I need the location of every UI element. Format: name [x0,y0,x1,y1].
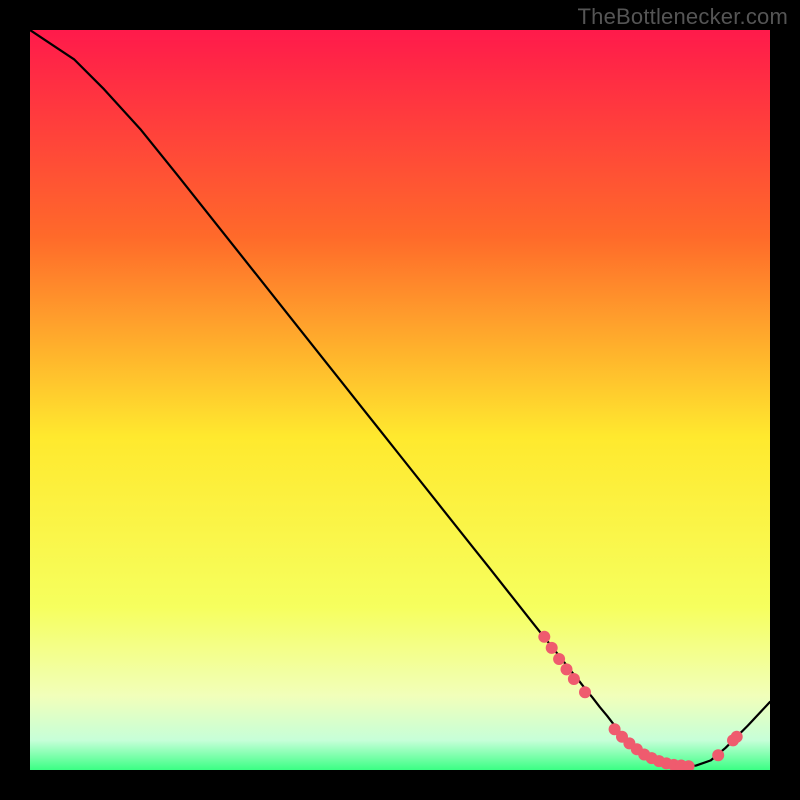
data-marker [568,673,580,685]
data-marker [561,663,573,675]
chart-frame: TheBottlenecker.com [0,0,800,800]
data-marker [579,686,591,698]
gradient-background [30,30,770,770]
data-marker [546,642,558,654]
attribution-label: TheBottlenecker.com [578,4,788,30]
data-marker [712,749,724,761]
data-marker [538,631,550,643]
chart-svg [30,30,770,770]
data-marker [553,653,565,665]
plot-area [30,30,770,770]
data-marker [731,731,743,743]
